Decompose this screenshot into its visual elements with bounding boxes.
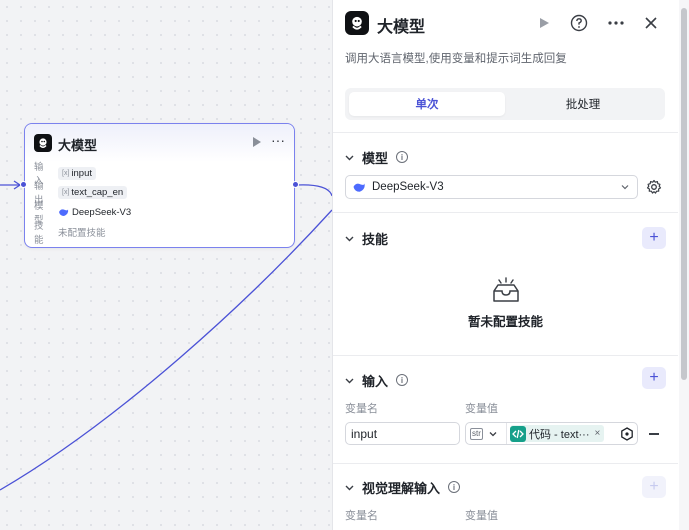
- deepseek-icon: [59, 208, 69, 216]
- input-section-title: 输入: [362, 373, 389, 389]
- remove-row-button[interactable]: [649, 433, 659, 435]
- info-icon[interactable]: i: [396, 374, 409, 386]
- variable-tag-label: input: [71, 167, 92, 179]
- llm-logo-icon: [34, 134, 52, 152]
- node-skills-row: 技能 未配置技能: [34, 221, 106, 246]
- node-model-value: DeepSeek-V3: [58, 207, 131, 218]
- node-skills-empty: 未配置技能: [58, 228, 106, 239]
- gear-icon[interactable]: [646, 179, 662, 195]
- vision-section-title: 视觉理解输入: [362, 480, 441, 496]
- reference-chip[interactable]: 代码 - text··· ×: [510, 425, 605, 442]
- connection-wires: [0, 180, 332, 491]
- col-label-name: 变量名: [345, 510, 378, 522]
- panel-title: 大模型: [377, 19, 426, 36]
- info-icon[interactable]: i: [396, 151, 409, 163]
- model-section-header[interactable]: 模型 i: [345, 147, 409, 167]
- model-select[interactable]: DeepSeek-V3: [345, 175, 638, 199]
- divider: [333, 355, 678, 356]
- add-skill-button[interactable]: +: [642, 227, 666, 249]
- empty-inbox-icon: [493, 277, 519, 302]
- chevron-down-icon[interactable]: [345, 153, 354, 162]
- node-config-panel: 大模型 调用大语言模型,使用变量和提示词生成回复 单次 批处理 模型 i Dee…: [332, 0, 689, 530]
- panel-description: 调用大语言模型,使用变量和提示词生成回复: [345, 53, 567, 65]
- mode-tabs: 单次 批处理: [345, 88, 665, 120]
- llm-logo-icon: [345, 11, 369, 35]
- output-port[interactable]: [292, 181, 299, 188]
- workflow-canvas[interactable]: 大模型 ··· 输入 [x] input 输出 [x] text_cap_en 模型…: [0, 0, 332, 530]
- col-label-value: 变量值: [465, 403, 498, 415]
- divider: [333, 132, 678, 133]
- chevron-down-icon[interactable]: [345, 234, 354, 243]
- col-label-value: 变量值: [465, 510, 498, 522]
- col-label-name: 变量名: [345, 403, 378, 415]
- llm-node[interactable]: 大模型 ··· 输入 [x] input 输出 [x] text_cap_en 模型…: [24, 123, 295, 248]
- input-section-header[interactable]: 输入 i: [345, 370, 409, 390]
- type-str-icon: str: [470, 427, 483, 440]
- model-section-title: 模型: [362, 150, 389, 166]
- add-input-button[interactable]: +: [642, 367, 666, 389]
- type-select[interactable]: str: [466, 423, 507, 444]
- variable-icon: [x]: [62, 169, 70, 177]
- skills-section-header[interactable]: 技能: [345, 228, 388, 248]
- variable-picker-icon[interactable]: [620, 427, 634, 441]
- variable-tag: [x] text_cap_en: [58, 185, 128, 199]
- deepseek-icon: [353, 182, 365, 192]
- llm-node-title: 大模型: [58, 138, 98, 153]
- variable-tag: [x] input: [58, 166, 96, 180]
- variable-value-field[interactable]: str 代码 - text··· ×: [465, 422, 638, 445]
- variable-tag-label: text_cap_en: [71, 186, 124, 198]
- chevron-down-icon[interactable]: [345, 483, 354, 492]
- tab-batch[interactable]: 批处理: [505, 92, 661, 116]
- chevron-down-icon: [621, 185, 629, 190]
- node-model-label: DeepSeek-V3: [72, 206, 132, 218]
- more-icon[interactable]: ···: [271, 132, 285, 148]
- play-icon[interactable]: [253, 137, 261, 147]
- add-vision-input-button[interactable]: +: [642, 476, 666, 498]
- tab-single[interactable]: 单次: [349, 92, 505, 116]
- help-icon[interactable]: [568, 12, 590, 34]
- skills-empty-text: 暂未配置技能: [467, 315, 543, 329]
- divider: [333, 463, 678, 464]
- variable-icon: [x]: [62, 188, 70, 196]
- variable-name-input[interactable]: input: [345, 422, 460, 445]
- input-port[interactable]: [20, 181, 27, 188]
- node-row-key: 技能: [34, 221, 44, 246]
- code-icon: [510, 425, 526, 442]
- vision-section-header[interactable]: 视觉理解输入 i: [345, 477, 461, 497]
- chevron-down-icon: [489, 431, 497, 436]
- divider: [333, 212, 678, 213]
- info-icon[interactable]: i: [448, 481, 461, 493]
- model-select-value: DeepSeek-V3: [372, 181, 444, 193]
- reference-label: 代码 - text···: [529, 428, 590, 441]
- chevron-down-icon[interactable]: [345, 376, 354, 385]
- more-icon[interactable]: [605, 12, 627, 34]
- run-icon[interactable]: [533, 12, 555, 34]
- close-icon[interactable]: [640, 12, 662, 34]
- skills-section-title: 技能: [362, 231, 389, 247]
- remove-reference-icon[interactable]: ×: [595, 428, 601, 439]
- scrollbar-thumb[interactable]: [681, 8, 687, 380]
